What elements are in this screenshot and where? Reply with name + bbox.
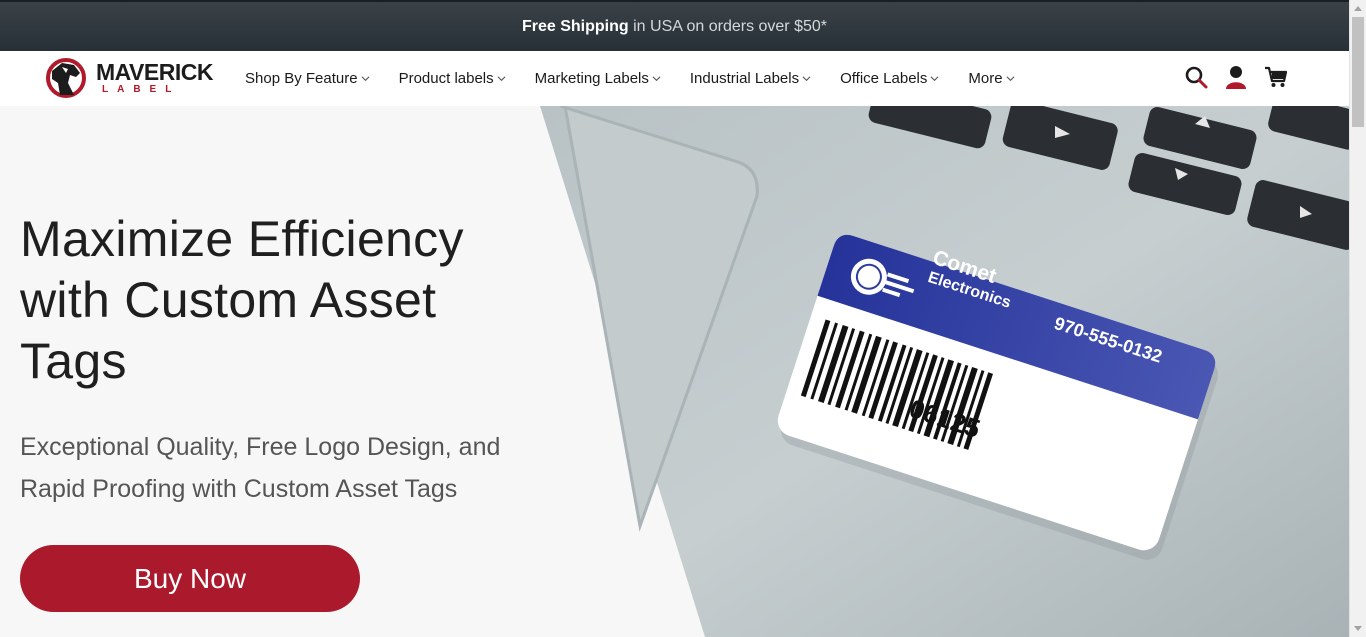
caret-up-icon <box>1354 6 1362 11</box>
cart-icon <box>1265 66 1288 87</box>
account-icon <box>1226 66 1246 89</box>
nav-item-marketing-labels[interactable]: Marketing Labels <box>535 70 661 87</box>
site-logo[interactable]: MAVERICK LABEL <box>44 56 219 100</box>
buy-now-button[interactable]: Buy Now <box>20 545 360 612</box>
nav-item-label: More <box>968 70 1003 87</box>
scroll-thumb[interactable] <box>1352 17 1364 127</box>
account-button[interactable] <box>1223 64 1249 90</box>
hero-headline: Maximize Efficiency with Custom Asset Ta… <box>20 211 464 389</box>
cart-button[interactable] <box>1263 64 1289 90</box>
nav-item-industrial-labels[interactable]: Industrial Labels <box>690 70 811 87</box>
chevron-down-icon <box>652 76 661 82</box>
nav-item-label: Industrial Labels <box>689 70 800 87</box>
shipping-banner: Free Shipping in USA on orders over $50* <box>0 0 1349 51</box>
hero-section: Comet Electronics 970-555-0132 06125 Max… <box>0 106 1349 637</box>
nav-icon-group <box>1169 64 1289 90</box>
nav-item-label: Shop By Feature <box>245 70 358 87</box>
nav-menu: Shop By Feature Product labels Marketing… <box>245 51 1044 106</box>
logo-main-text: MAVERICK <box>96 59 213 85</box>
chevron-down-icon <box>497 76 506 82</box>
nav-item-label: Office Labels <box>840 70 928 87</box>
page-scrollbar[interactable] <box>1349 0 1366 637</box>
shipping-rest-text: in USA on orders over $50* <box>633 17 827 35</box>
hero-subheading: Exceptional Quality, Free Logo Design, a… <box>20 433 501 503</box>
scroll-down-arrow[interactable] <box>1350 621 1366 637</box>
horse-head-icon <box>46 58 86 98</box>
caret-down-icon <box>1354 626 1362 631</box>
main-navigation: MAVERICK LABEL Shop By Feature Product l… <box>0 51 1349 106</box>
nav-item-more[interactable]: More <box>968 70 1015 87</box>
chevron-down-icon <box>802 76 811 82</box>
nav-item-shop-by-feature[interactable]: Shop By Feature <box>245 70 370 87</box>
chevron-down-icon <box>930 76 939 82</box>
nav-item-product-labels[interactable]: Product labels <box>399 70 506 87</box>
nav-item-office-labels[interactable]: Office Labels <box>840 70 939 87</box>
scroll-up-arrow[interactable] <box>1350 0 1366 16</box>
search-button[interactable] <box>1183 64 1209 90</box>
nav-item-label: Product labels <box>398 70 494 87</box>
chevron-down-icon <box>361 76 370 82</box>
nav-item-label: Marketing Labels <box>534 70 649 87</box>
shipping-bold-text: Free Shipping <box>521 17 629 35</box>
logo-sub-text: LABEL <box>102 84 181 95</box>
search-icon <box>1185 66 1208 89</box>
chevron-down-icon <box>1006 76 1015 82</box>
